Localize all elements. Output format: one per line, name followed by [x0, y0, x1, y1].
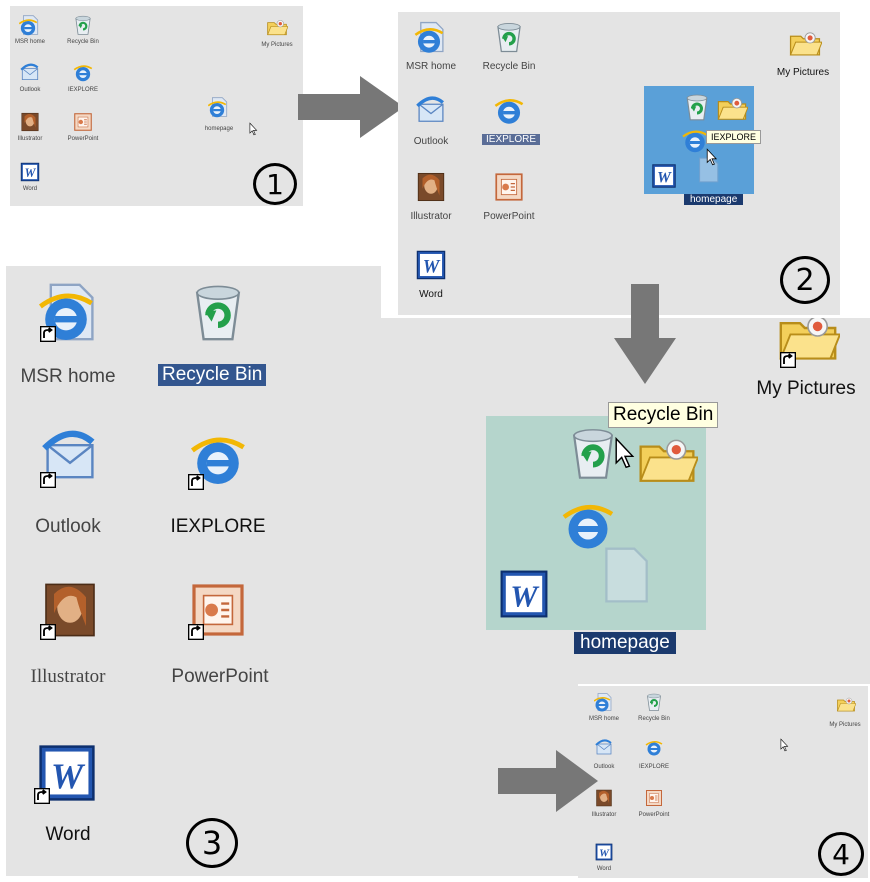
label-powerpoint: PowerPoint: [171, 666, 269, 687]
label-illustrator: Illustrator: [30, 666, 106, 687]
label-iexplore: IEXPLORE: [638, 764, 669, 770]
outlook-icon[interactable]: [38, 426, 102, 490]
mouse-cursor-icon: [780, 738, 789, 752]
word-icon[interactable]: [34, 740, 100, 806]
label-recycle-bin: Recycle Bin: [482, 61, 536, 72]
label-recycle-bin: Recycle Bin: [67, 39, 99, 45]
mouse-cursor-icon: [249, 122, 258, 136]
label-homepage: homepage: [204, 126, 234, 132]
mouse-cursor-icon: [706, 148, 718, 166]
word-icon[interactable]: [594, 842, 614, 862]
panel-step-1-desktop: MSR home Recycle Bin My Pictures Outlook…: [10, 6, 303, 206]
label-homepage: homepage: [574, 632, 676, 654]
word-icon[interactable]: [414, 248, 448, 282]
word-icon[interactable]: [19, 161, 41, 183]
powerpoint-icon[interactable]: [186, 578, 250, 642]
iexplore-icon[interactable]: [186, 428, 250, 492]
folder-icon: [716, 92, 748, 124]
powerpoint-icon[interactable]: [72, 111, 94, 133]
label-my-pictures: My Pictures: [829, 722, 861, 728]
label-word: Word: [45, 824, 91, 845]
label-msr-home: MSR home: [14, 39, 45, 45]
homepage-icon[interactable]: [208, 96, 230, 118]
label-outlook: Outlook: [35, 516, 101, 537]
folder-icon[interactable]: [788, 26, 822, 60]
folder-icon: [636, 428, 698, 490]
label-illustrator: Illustrator: [17, 136, 43, 142]
label-illustrator: Illustrator: [410, 211, 452, 222]
label-homepage: homepage: [684, 194, 744, 205]
label-msr-home: MSR home: [20, 366, 116, 387]
label-powerpoint: PowerPoint: [483, 211, 535, 222]
label-iexplore: IEXPLORE: [170, 516, 266, 537]
arrow-right-icon: [298, 76, 404, 138]
recycle-bin-icon: [682, 92, 712, 122]
ie-page-icon[interactable]: [19, 14, 41, 36]
arrow-down-icon: [614, 284, 676, 384]
label-recycle-bin: Recycle Bin: [638, 716, 670, 722]
label-word: Word: [596, 866, 612, 872]
ie-page-icon[interactable]: [414, 20, 448, 54]
recycle-bin-icon[interactable]: [644, 692, 664, 712]
label-my-pictures: My Pictures: [261, 42, 293, 48]
step-number-4: 4: [818, 832, 864, 876]
folder-icon[interactable]: [836, 694, 856, 714]
stack-highlight[interactable]: IEXPLORE: [644, 86, 762, 194]
label-outlook: Outlook: [19, 87, 41, 93]
powerpoint-icon[interactable]: [644, 788, 664, 808]
label-illustrator: Illustrator: [591, 812, 617, 818]
mouse-cursor-icon: [614, 436, 636, 470]
label-my-pictures: My Pictures: [756, 378, 856, 399]
panel-step-2-desktop: MSR home Recycle Bin My Pictures Outlook…: [398, 12, 840, 315]
recycle-bin-icon[interactable]: [72, 14, 94, 36]
outlook-icon[interactable]: [414, 94, 448, 128]
powerpoint-icon[interactable]: [492, 170, 526, 204]
recycle-bin-icon[interactable]: [186, 280, 250, 344]
label-powerpoint: PowerPoint: [67, 136, 99, 142]
label-iexplore: IEXPLORE: [482, 134, 541, 145]
tooltip-recycle-bin: Recycle Bin: [608, 402, 719, 428]
label-my-pictures: My Pictures: [776, 67, 830, 78]
label-outlook: Outlook: [413, 136, 449, 147]
outlook-icon[interactable]: [19, 62, 41, 84]
iexplore-icon[interactable]: [492, 94, 526, 128]
illustrator-icon[interactable]: [19, 111, 41, 133]
step-number-3: 3: [186, 818, 238, 868]
recycle-bin-icon[interactable]: [492, 20, 526, 54]
iexplore-icon[interactable]: [72, 62, 94, 84]
word-icon: [650, 162, 678, 190]
panel-step-4-desktop: MSR home Recycle Bin My Pictures Outlook…: [578, 686, 868, 878]
ie-page-icon: [594, 544, 656, 606]
step-number-2: 2: [780, 256, 830, 304]
label-word: Word: [22, 186, 38, 192]
label-iexplore: IEXPLORE: [67, 87, 98, 93]
word-icon: [496, 566, 552, 622]
label-powerpoint: PowerPoint: [638, 812, 670, 818]
illustrator-icon[interactable]: [414, 170, 448, 204]
folder-icon[interactable]: [266, 16, 288, 38]
stack-highlight[interactable]: [486, 416, 706, 630]
illustrator-icon[interactable]: [38, 578, 102, 642]
label-msr-home: MSR home: [405, 61, 456, 72]
step-number-1: 1: [253, 163, 297, 205]
iexplore-icon[interactable]: [644, 738, 664, 758]
label-word: Word: [419, 289, 443, 300]
tooltip-iexplore: IEXPLORE: [706, 130, 762, 144]
label-recycle-bin: Recycle Bin: [158, 364, 267, 386]
ie-page-icon[interactable]: [594, 692, 614, 712]
arrow-right-icon: [498, 750, 598, 812]
ie-page-icon[interactable]: [38, 280, 102, 344]
label-msr-home: MSR home: [588, 716, 619, 722]
